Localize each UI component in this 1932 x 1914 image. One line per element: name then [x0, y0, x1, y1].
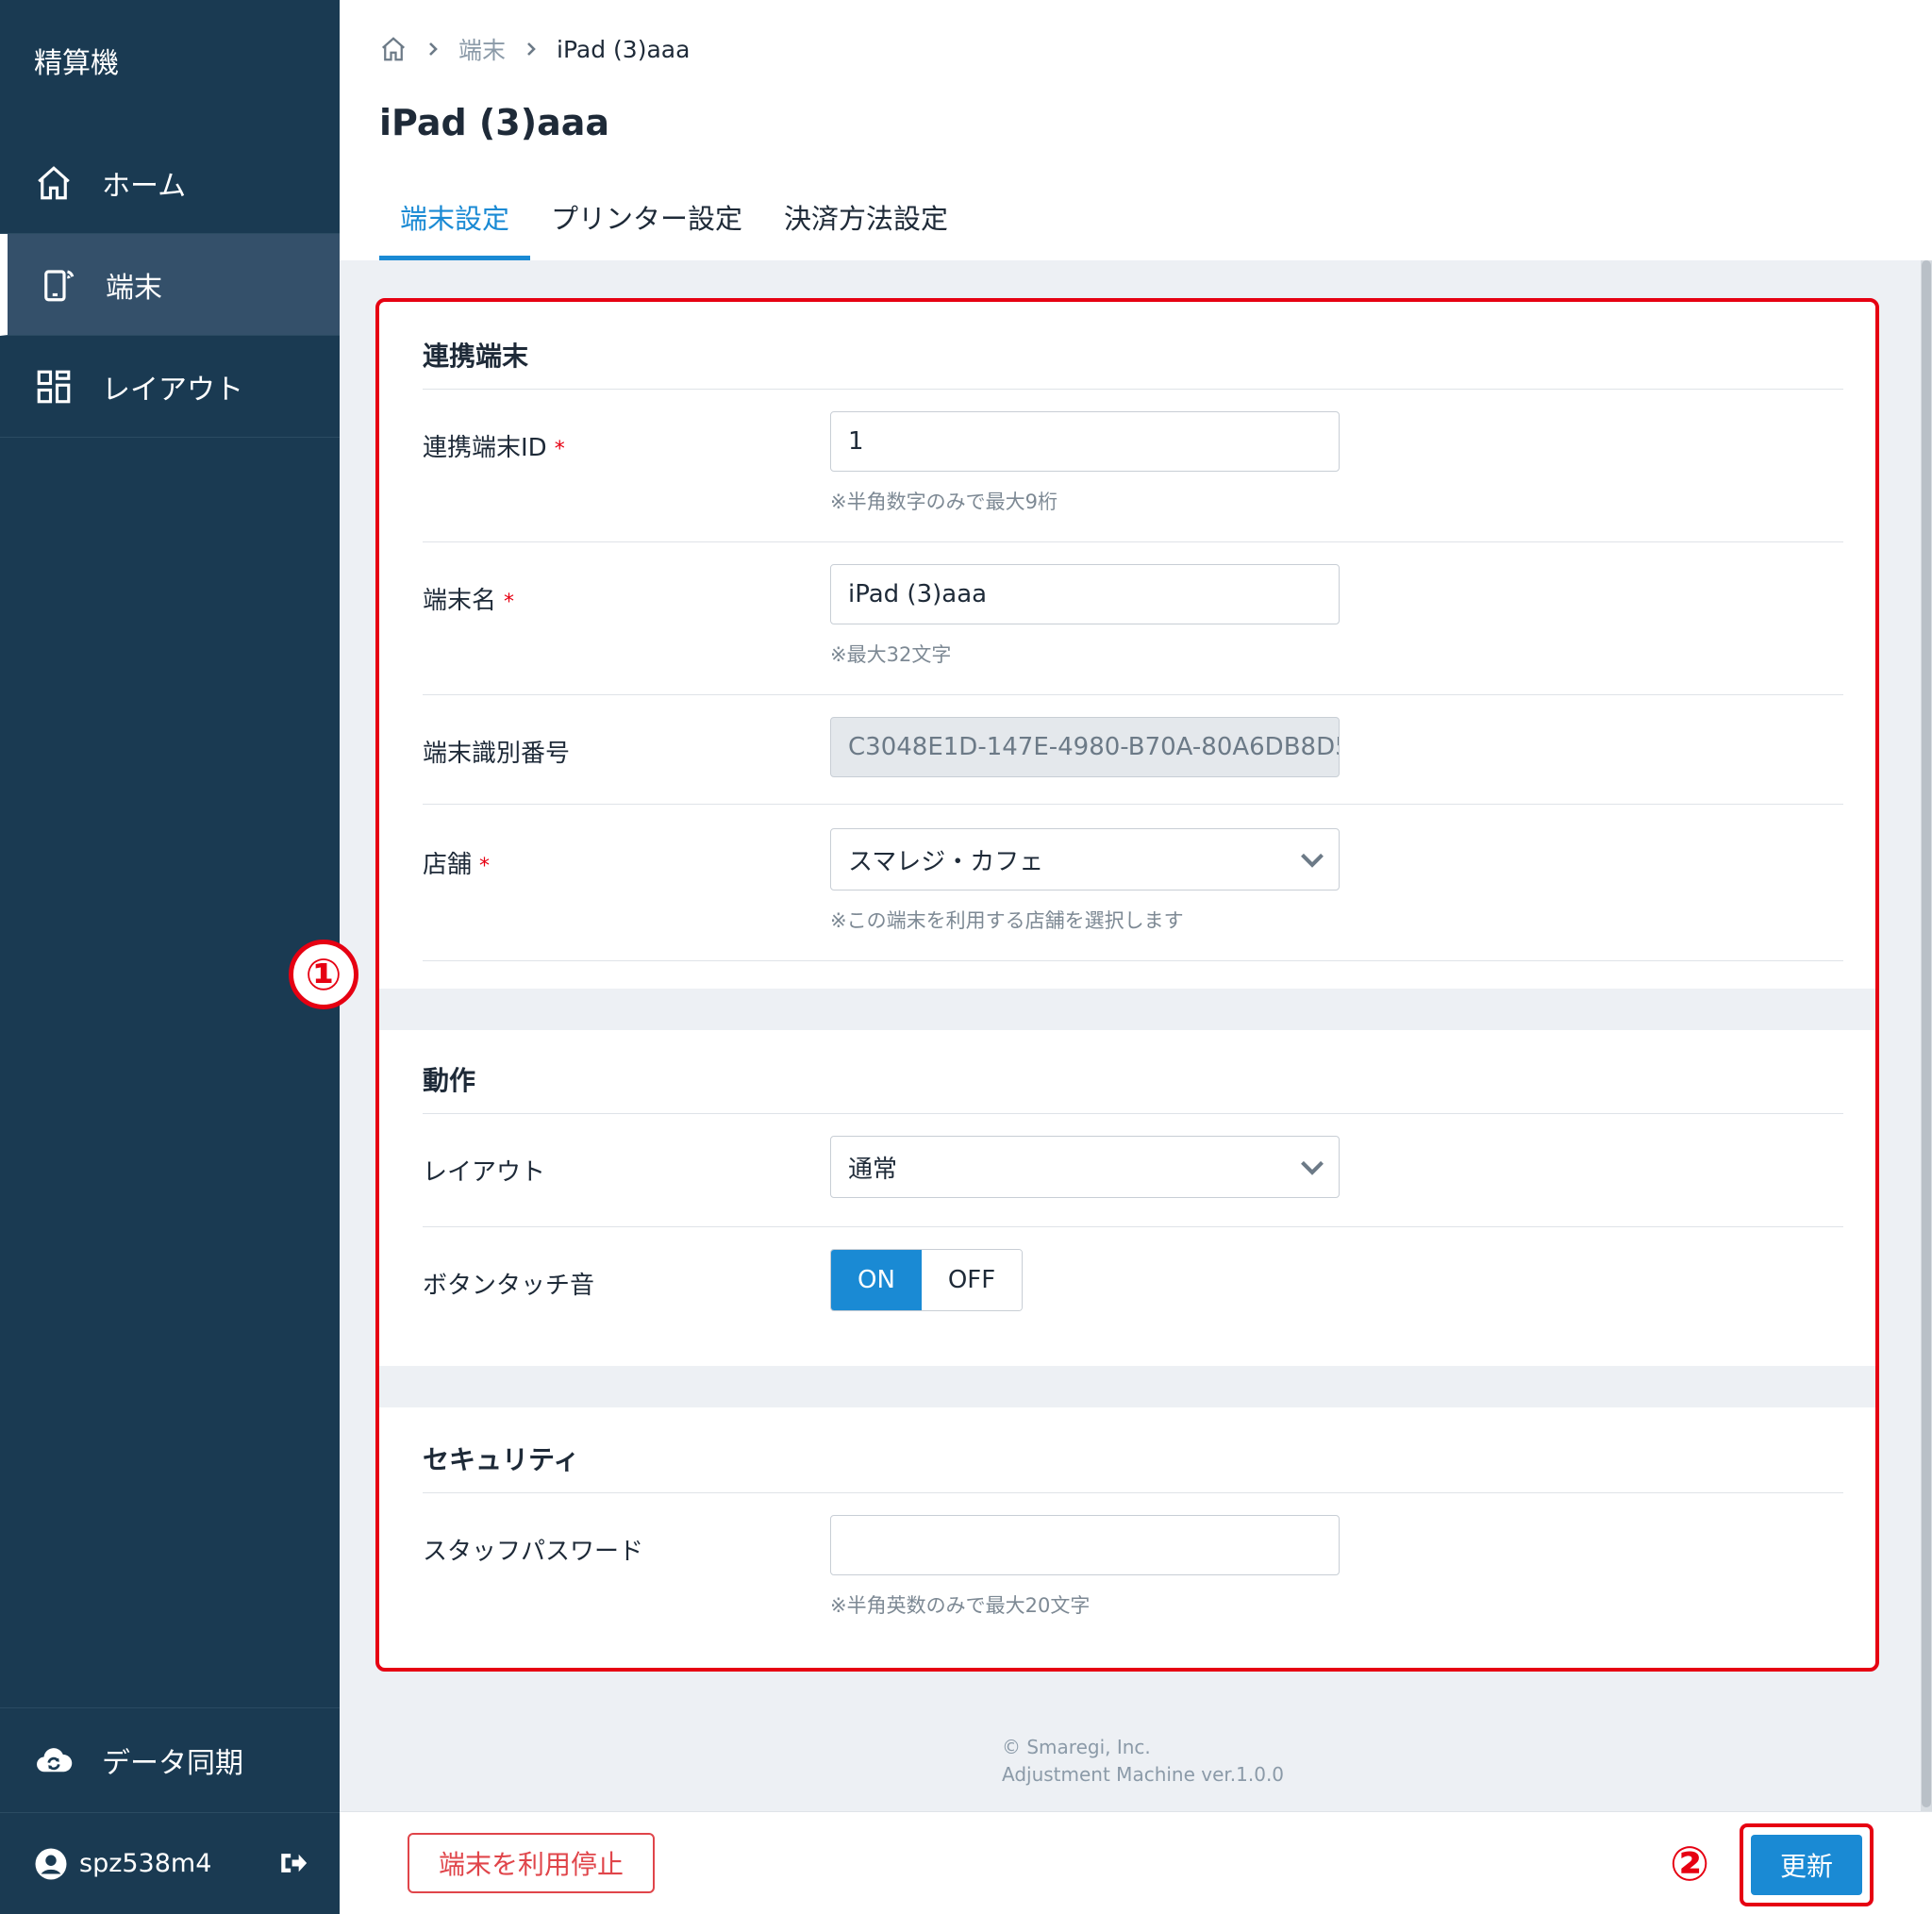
tab-terminal-settings[interactable]: 端末設定	[379, 196, 531, 260]
breadcrumb-current: iPad (3)aaa	[557, 35, 691, 63]
stop-terminal-button[interactable]: 端末を利用停止	[408, 1833, 655, 1893]
chevron-down-icon	[1301, 853, 1324, 868]
terminal-id-hint: ※半角数字のみで最大9桁	[830, 491, 1058, 513]
device-uuid-label: 端末識別番号	[423, 740, 571, 768]
touch-sound-on-button[interactable]: ON	[831, 1250, 922, 1310]
sidebar-item-data-sync[interactable]: データ同期	[0, 1707, 340, 1813]
section-title-linked: 連携端末	[423, 341, 529, 372]
terminal-id-input[interactable]: 1	[830, 411, 1340, 472]
section-title-behavior: 動作	[423, 1065, 476, 1096]
required-mark: *	[479, 855, 491, 878]
chevron-down-icon	[1301, 1160, 1324, 1175]
required-mark: *	[554, 438, 565, 461]
divider	[423, 1113, 1843, 1114]
sidebar-nav: ホーム 端末 レイアウト	[0, 132, 340, 438]
terminal-name-label: 端末名 *	[423, 587, 515, 615]
annotation-callout-1: ①	[289, 940, 358, 1009]
device-uuid-field: C3048E1D-147E-4980-B70A-80A6DB8D52BF	[830, 717, 1340, 777]
user-avatar-icon	[35, 1848, 67, 1879]
section-gap	[379, 1366, 1875, 1407]
layout-label: レイアウト	[423, 1158, 546, 1187]
home-icon[interactable]	[379, 35, 408, 63]
layout-grid-icon	[34, 367, 74, 407]
touch-sound-label: ボタンタッチ音	[423, 1272, 595, 1300]
sidebar-item-label: 端末	[106, 271, 162, 305]
section-gap	[379, 989, 1875, 1030]
sidebar-item-home[interactable]: ホーム	[0, 132, 340, 234]
copyright-text: © Smaregi, Inc.	[1002, 1736, 1151, 1758]
sidebar-item-layout[interactable]: レイアウト	[0, 336, 340, 438]
layout-select-value: 通常	[848, 1155, 898, 1184]
sidebar-item-terminal[interactable]: 端末	[0, 234, 340, 336]
terminal-name-hint: ※最大32文字	[830, 643, 952, 666]
update-button[interactable]: 更新	[1751, 1835, 1862, 1895]
divider	[423, 804, 1843, 805]
tab-bar: 端末設定 プリンター設定 決済方法設定	[379, 196, 969, 260]
sidebar: 精算機 ホーム 端末 レイアウト データ同期 spz538m4	[0, 0, 340, 1914]
store-select-value: スマレジ・カフェ	[848, 847, 1044, 876]
layout-select[interactable]: 通常	[830, 1136, 1340, 1198]
staff-password-hint: ※半角英数のみで最大20文字	[830, 1594, 1091, 1617]
chevron-right-icon	[429, 42, 438, 56]
divider	[423, 694, 1843, 695]
user-menu[interactable]: spz538m4	[0, 1813, 340, 1914]
required-mark: *	[504, 591, 515, 614]
user-name: spz538m4	[79, 1849, 212, 1878]
store-select[interactable]: スマレジ・カフェ	[830, 828, 1340, 890]
copyright: © Smaregi, Inc. Adjustment Machine ver.1…	[1002, 1734, 1284, 1789]
divider	[423, 1492, 1843, 1493]
home-icon	[34, 163, 74, 203]
sidebar-item-label: レイアウト	[102, 373, 243, 407]
annotation-callout-2: ②	[1669, 1837, 1710, 1891]
page-header: 端末 iPad (3)aaa iPad (3)aaa 端末設定 プリンター設定 …	[340, 0, 1932, 260]
settings-form: 連携端末 連携端末ID * 1 ※半角数字のみで最大9桁 端末名 * iPad (3…	[375, 298, 1879, 1672]
breadcrumb: 端末 iPad (3)aaa	[379, 32, 690, 66]
divider	[423, 541, 1843, 542]
sidebar-item-label: ホーム	[102, 169, 187, 203]
terminal-name-input[interactable]: iPad (3)aaa	[830, 564, 1340, 624]
version-text: Adjustment Machine ver.1.0.0	[1002, 1763, 1285, 1786]
cloud-sync-icon	[34, 1740, 74, 1780]
annotation-highlight-update: 更新	[1740, 1823, 1874, 1906]
staff-password-label: スタッフパスワード	[423, 1538, 644, 1566]
chevron-right-icon	[527, 42, 536, 56]
divider	[423, 389, 1843, 390]
sync-label: データ同期	[102, 1747, 243, 1780]
staff-password-input[interactable]	[830, 1515, 1340, 1575]
footer-action-bar: 端末を利用停止 ② 更新	[340, 1811, 1932, 1914]
scrollbar-thumb[interactable]	[1922, 260, 1931, 1807]
touch-sound-toggle: ON OFF	[830, 1249, 1023, 1311]
store-hint: ※この端末を利用する店舗を選択します	[830, 909, 1184, 932]
terminal-id-label: 連携端末ID *	[423, 434, 565, 462]
app-title: 精算機	[34, 47, 119, 80]
section-title-security: セキュリティ	[423, 1444, 580, 1475]
touch-sound-off-button[interactable]: OFF	[922, 1250, 1022, 1310]
tab-printer-settings[interactable]: プリンター設定	[530, 196, 763, 260]
tablet-device-icon	[38, 265, 77, 305]
divider	[423, 960, 1843, 961]
tab-payment-settings[interactable]: 決済方法設定	[763, 196, 969, 260]
store-label: 店舗 *	[423, 851, 491, 879]
divider	[423, 1226, 1843, 1227]
page-title: iPad (3)aaa	[379, 102, 610, 143]
breadcrumb-terminal-link[interactable]: 端末	[458, 32, 506, 66]
logout-icon[interactable]	[277, 1847, 309, 1879]
